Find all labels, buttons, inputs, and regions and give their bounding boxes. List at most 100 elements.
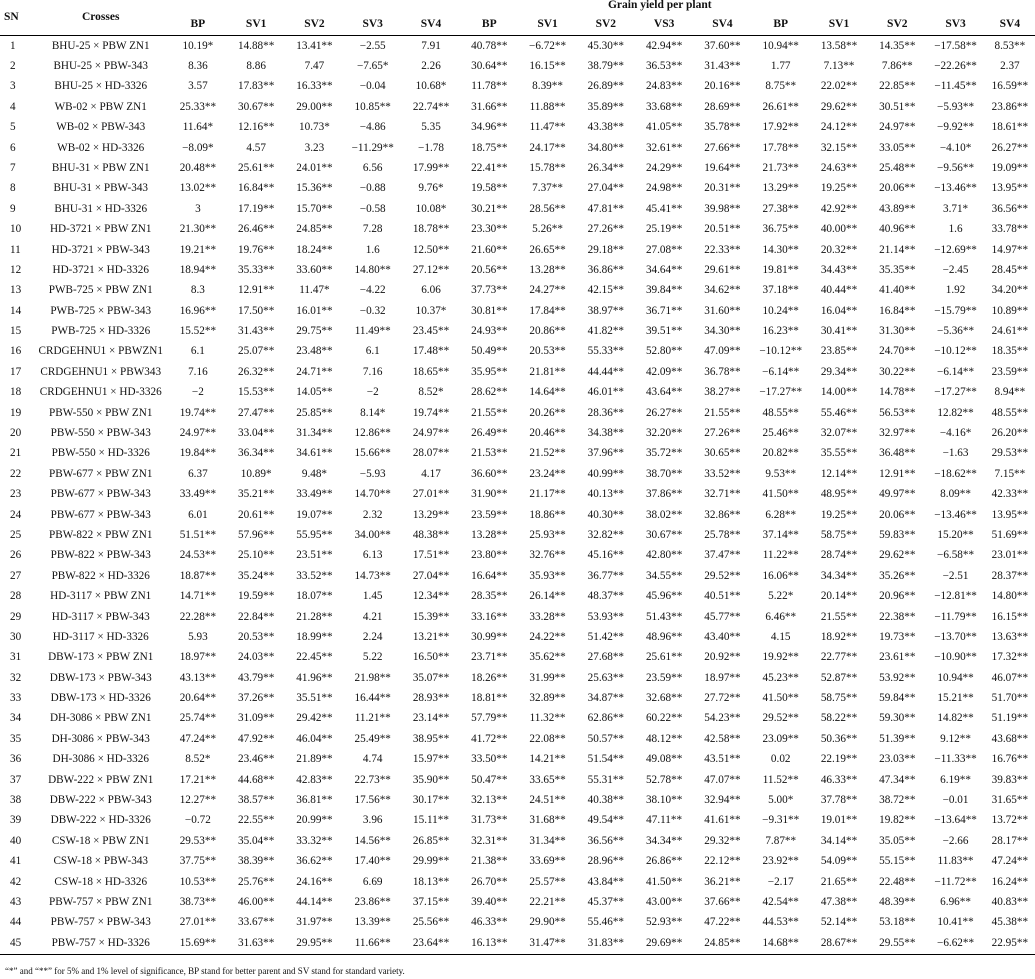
table-cell: 3.71* bbox=[942, 202, 969, 215]
table-cell: 33.05** bbox=[879, 141, 916, 154]
table-cell: 17.40** bbox=[354, 855, 391, 868]
table-cell: 43.00** bbox=[645, 896, 683, 908]
table-cell: 33.52** bbox=[296, 569, 333, 582]
table-cell: 10.89* bbox=[240, 467, 272, 480]
table-cell: 27.12** bbox=[412, 263, 450, 276]
table-cell: 14.21** bbox=[529, 753, 566, 766]
table-cell: 13.21** bbox=[412, 630, 450, 643]
table-cell: 31.90** bbox=[471, 488, 508, 501]
table-row: 41 CSW-18 × PBW-343 37.75** 38.39** 36.62** 1… bbox=[0, 852, 1035, 872]
table-cell: 40.44** bbox=[820, 284, 858, 297]
table-cell: 29.55** bbox=[879, 936, 916, 949]
table-cell: −0.88 bbox=[359, 182, 386, 195]
table-cell: 12.50** bbox=[412, 243, 450, 256]
table-cell: 14.82** bbox=[937, 712, 974, 725]
table-cell: 27.68** bbox=[587, 651, 625, 664]
table-cell: 34.34** bbox=[645, 834, 683, 847]
table-cell: 55.31** bbox=[587, 773, 625, 786]
table-cell: 12.16** bbox=[237, 121, 275, 134]
table-cell: 4.17 bbox=[421, 467, 441, 480]
table-cell: 31.66** bbox=[471, 100, 508, 113]
table-cell: 11.83** bbox=[937, 855, 974, 868]
table-cell: 48.39** bbox=[879, 896, 916, 908]
table-cell: 17.32** bbox=[991, 651, 1029, 664]
table-cell: 41.50** bbox=[762, 692, 799, 705]
table-cell: 43.64** bbox=[645, 386, 683, 399]
table-cell: 23.03** bbox=[879, 753, 916, 766]
cross-name: DBW-173 × PBW ZN1 bbox=[48, 651, 154, 664]
table-cell: 58.75** bbox=[820, 528, 858, 541]
table-cell: 21.55** bbox=[471, 406, 508, 419]
table-cell: 48.12** bbox=[645, 732, 683, 745]
table-cell: 22.38** bbox=[879, 610, 916, 623]
table-row: 10 HD-3721 × PBW ZN1 21.30** 26.46** 24.85**… bbox=[0, 220, 1035, 240]
table-cell: 47.38** bbox=[820, 896, 858, 908]
row-number: 19 bbox=[10, 406, 22, 419]
table-cell: 36.53** bbox=[645, 59, 683, 72]
table-cell: 6.19** bbox=[940, 773, 971, 786]
table-cell: 5.00* bbox=[768, 794, 794, 807]
table-cell: 26.27** bbox=[645, 406, 683, 419]
table-cell: 26.20** bbox=[991, 427, 1029, 440]
table-cell: 5.26** bbox=[532, 223, 563, 236]
row-number: 26 bbox=[10, 549, 22, 562]
table-cell: 40.38** bbox=[587, 794, 625, 807]
table-cell: 48.95** bbox=[820, 488, 858, 501]
table-cell: 38.72** bbox=[879, 794, 916, 807]
table-cell: 35.78** bbox=[704, 121, 741, 134]
cross-name: BHU-25 × HD-3326 bbox=[54, 80, 148, 93]
table-cell: 2.24 bbox=[362, 630, 383, 643]
table-cell: 10.41** bbox=[937, 916, 974, 929]
table-row: 28 HD-3117 × PBW ZN1 14.71** 19.59** 18.07**… bbox=[0, 587, 1035, 607]
table-cell: 37.73** bbox=[471, 284, 508, 297]
table-row: 25 PBW-822 × PBW ZN1 51.51** 57.96** 55.95**… bbox=[0, 525, 1035, 545]
table-cell: −9.92** bbox=[937, 121, 975, 134]
table-cell: 34.20** bbox=[991, 284, 1029, 297]
table-cell: −1.63 bbox=[942, 447, 969, 460]
table-cell: 35.55** bbox=[820, 447, 858, 460]
table-cell: 17.56** bbox=[354, 794, 391, 807]
table-cell: 22.12** bbox=[704, 855, 741, 868]
table-cell: 62.86** bbox=[587, 712, 625, 725]
table-cell: 19.01** bbox=[820, 814, 858, 827]
table-cell: 50.49** bbox=[471, 345, 508, 358]
table-cell: 35.35** bbox=[879, 263, 916, 276]
table-cell: 34.34** bbox=[820, 569, 858, 582]
column-header: BP bbox=[190, 17, 206, 30]
table-cell: 25.93** bbox=[529, 528, 566, 541]
table-cell: −6.14** bbox=[762, 365, 800, 378]
cross-name: DBW-222 × PBW ZN1 bbox=[48, 773, 154, 786]
table-cell: 24.61** bbox=[991, 325, 1029, 338]
table-cell: 18.81** bbox=[471, 692, 508, 705]
table-cell: 41.72** bbox=[471, 732, 508, 745]
table-cell: −0.58 bbox=[359, 202, 386, 215]
cross-name: DBW-222 × HD-3326 bbox=[50, 814, 151, 827]
table-cell: 26.49** bbox=[471, 427, 508, 440]
row-number: 43 bbox=[10, 896, 22, 908]
table-row: 13 PWB-725 × PBW ZN1 8.3 12.91** 11.47* −4.22… bbox=[0, 281, 1035, 301]
table-cell: 24.93** bbox=[471, 325, 508, 338]
table-cell: 32.68** bbox=[645, 692, 683, 705]
cross-name: DH-3086 × HD-3326 bbox=[52, 753, 149, 766]
table-cell: −2 bbox=[191, 386, 204, 399]
cross-name: PBW-550 × PBW-343 bbox=[50, 427, 151, 440]
table-cell: 45.96** bbox=[645, 590, 683, 603]
table-cell: 52.80** bbox=[645, 345, 683, 358]
row-number: 41 bbox=[10, 855, 22, 868]
table-cell: 36.86** bbox=[587, 263, 625, 276]
table-cell: 36.60** bbox=[471, 467, 508, 480]
table-cell: −1.78 bbox=[418, 141, 444, 154]
table-row: 20 PBW-550 × PBW-343 24.97** 33.04** 31.34**… bbox=[0, 423, 1035, 443]
table-cell: 38.70** bbox=[645, 467, 683, 480]
table-cell: 17.19** bbox=[237, 202, 275, 215]
table-cell: 27.04** bbox=[587, 182, 625, 195]
table-cell: 23.59** bbox=[471, 508, 508, 521]
table-cell: 52.93** bbox=[645, 916, 683, 929]
table-cell: 29.69** bbox=[645, 936, 683, 949]
table-cell: 51.19** bbox=[991, 712, 1029, 725]
table-row: 36 DH-3086 × HD-3326 8.52* 23.46** 21.89** 4.… bbox=[0, 750, 1035, 770]
table-cell: 23.14** bbox=[412, 712, 450, 725]
table-cell: 11.32** bbox=[529, 712, 566, 725]
table-cell: 8.3 bbox=[190, 284, 205, 297]
table-cell: 24.03** bbox=[237, 651, 275, 664]
